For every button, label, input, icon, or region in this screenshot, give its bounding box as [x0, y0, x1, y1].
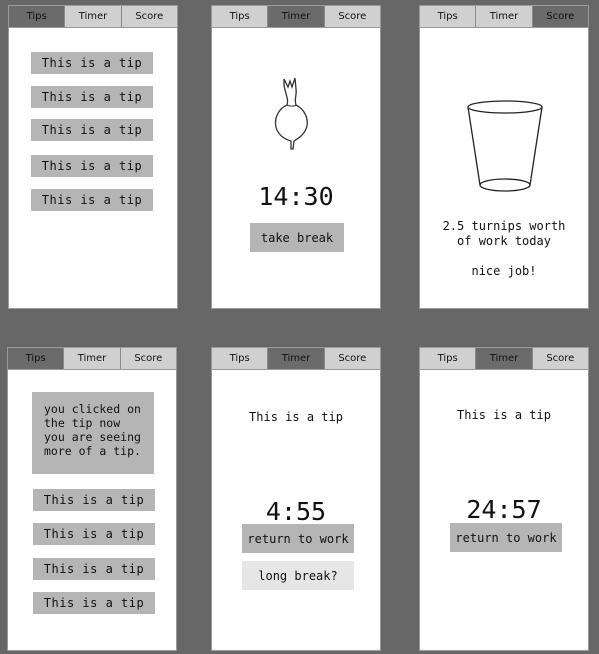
- screen-break-timer: Tips Timer Score This is a tip 4:55 retu…: [211, 347, 381, 651]
- tip-item[interactable]: This is a tip: [33, 592, 155, 614]
- tab-score[interactable]: Score: [120, 348, 176, 369]
- expanded-tip-line: more of a tip.: [44, 444, 141, 458]
- tip-text: This is a tip: [457, 408, 551, 422]
- return-to-work-button[interactable]: return to work: [450, 523, 562, 552]
- tip-item[interactable]: This is a tip: [33, 489, 155, 511]
- score-line-2: of work today: [457, 234, 551, 248]
- tab-tips[interactable]: Tips: [420, 6, 477, 27]
- return-to-work-button[interactable]: return to work: [242, 524, 354, 553]
- timer-display: 24:57: [466, 495, 542, 524]
- timer-display: 14:30: [258, 182, 334, 211]
- expanded-tip-line: you are seeing: [44, 430, 141, 444]
- tab-timer[interactable]: Timer: [476, 6, 533, 27]
- turnip-icon: [274, 77, 308, 150]
- screen-timer: Tips Timer Score 14:30 take break: [211, 5, 381, 309]
- tip-item[interactable]: This is a tip: [33, 558, 155, 580]
- tab-tips[interactable]: Tips: [420, 348, 477, 369]
- screen-tips-list: Tips Timer Score This is a tip This is a…: [8, 5, 178, 309]
- tab-timer[interactable]: Timer: [64, 348, 121, 369]
- tab-tips[interactable]: Tips: [212, 348, 269, 369]
- tab-tips[interactable]: Tips: [8, 348, 65, 369]
- tab-score[interactable]: Score: [532, 348, 588, 369]
- tab-bar: Tips Timer Score: [420, 348, 588, 370]
- tab-bar: Tips Timer Score: [8, 348, 176, 370]
- tip-item[interactable]: This is a tip: [31, 189, 153, 211]
- long-break-button[interactable]: long break?: [242, 561, 354, 590]
- expanded-tip-line: you clicked on: [44, 402, 141, 416]
- tab-bar: Tips Timer Score: [212, 348, 380, 370]
- tab-timer[interactable]: Timer: [65, 6, 122, 27]
- screen-score: Tips Timer Score 2.5 turnips worth of wo…: [419, 5, 589, 309]
- tab-timer[interactable]: Timer: [476, 348, 533, 369]
- screen-tips-expanded: Tips Timer Score you clicked on the tip …: [7, 347, 177, 651]
- tip-item[interactable]: This is a tip: [31, 86, 153, 108]
- tab-timer[interactable]: Timer: [268, 348, 325, 369]
- expanded-tip-line: the tip now: [44, 416, 121, 430]
- score-line-1: 2.5 turnips worth: [442, 219, 566, 233]
- tip-item[interactable]: This is a tip: [31, 52, 153, 74]
- tab-tips[interactable]: Tips: [9, 6, 66, 27]
- tab-bar: Tips Timer Score: [9, 6, 177, 28]
- tab-bar: Tips Timer Score: [212, 6, 380, 28]
- score-praise: nice job!: [471, 264, 537, 278]
- tab-score[interactable]: Score: [324, 348, 380, 369]
- tab-bar: Tips Timer Score: [420, 6, 588, 28]
- timer-display: 4:55: [265, 497, 327, 526]
- tip-item[interactable]: This is a tip: [33, 523, 155, 545]
- take-break-button[interactable]: take break: [250, 223, 344, 252]
- expanded-tip-card[interactable]: you clicked on the tip now you are seein…: [32, 392, 154, 474]
- tab-score[interactable]: Score: [324, 6, 380, 27]
- screen-work-timer: Tips Timer Score This is a tip 24:57 ret…: [419, 347, 589, 651]
- tip-item[interactable]: This is a tip: [31, 119, 153, 141]
- cup-icon: [467, 100, 543, 192]
- tab-tips[interactable]: Tips: [212, 6, 269, 27]
- tip-text: This is a tip: [249, 410, 343, 424]
- tab-score[interactable]: Score: [532, 6, 588, 27]
- tip-item[interactable]: This is a tip: [31, 155, 153, 177]
- tab-score[interactable]: Score: [121, 6, 177, 27]
- tab-timer[interactable]: Timer: [268, 6, 325, 27]
